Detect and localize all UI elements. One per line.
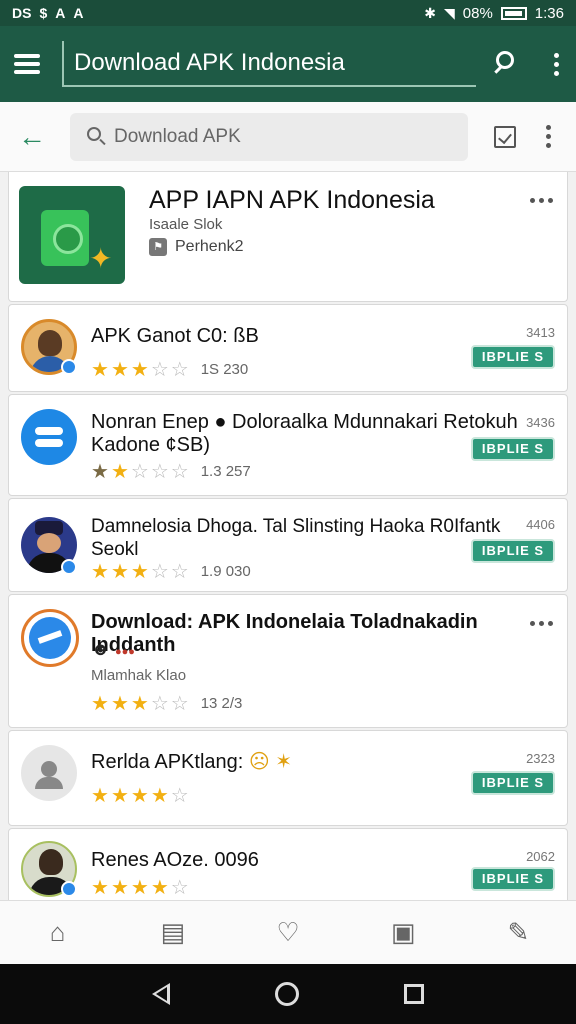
app-title: Download: APK Indonelaia Toladnakadin In… [91,611,478,656]
back-icon[interactable] [152,983,171,1005]
featured-title: APP IAPN APK Indonesia [149,186,435,214]
app-title-field[interactable]: Download APK Indonesia [62,41,476,87]
recents-icon[interactable] [403,984,424,1004]
status-bar: DS $ A A ✱ ◥ 08% 1:36 [0,0,576,26]
notification-icon: $ [39,5,48,21]
app-size: 4406 [526,517,555,532]
app-size: 2323 [526,751,555,766]
search-icon [86,126,108,148]
rating: ★ ★ ★ ☆ ☆ 1S 230 [91,359,249,381]
list-item[interactable]: Damnelosia Dhoga. Tal Slinsting Haoka R0… [8,498,568,592]
wifi-icon: ◥ [443,4,455,21]
search-box[interactable] [70,112,468,161]
rating: ★ ★ ★ ★ ☆ [91,785,189,807]
back-arrow-icon[interactable]: ← [14,121,50,153]
search-row: ← [0,102,576,172]
install-button[interactable]: IBPLIE S [471,437,555,461]
more-options-icon[interactable] [530,621,553,626]
app-title: Damnelosia Dhoga. Tal Slinsting Haoka R0… [91,516,501,560]
home-icon[interactable]: ⌂ [38,913,78,953]
battery-percent: 08% [462,4,493,22]
search-icon[interactable] [490,49,520,79]
emoji-icon: ☹ ✶ [248,751,293,773]
verified-icon [61,881,77,897]
app-icon: ✦ [19,186,125,284]
list-item[interactable]: Download: APK Indonelaia Toladnakadin In… [8,594,568,728]
notification-icon: A [55,5,66,21]
rating: ★ ★ ★ ☆ ☆ 13 2/3 [91,693,243,715]
app-title: Download APK Indonesia [74,49,345,76]
app-title-text: Rerlda APKtlang: [91,751,244,773]
rating-count: 1.9 030 [200,563,251,580]
app-title: APK Ganot C0: ßB [91,325,259,347]
heart-icon[interactable]: ♡ [268,913,308,953]
home-button-icon[interactable] [274,982,299,1006]
featured-meta: ⚑ Perhenk2 [149,238,244,256]
featured-meta-text: Perhenk2 [175,238,244,255]
more-options-icon[interactable] [542,125,554,148]
app-list: ✦ APP IAPN APK Indonesia Isaale Slok ⚑ P… [8,172,568,900]
rating-count: 1S 230 [200,361,249,378]
install-button[interactable]: IBPLIE S [471,345,555,369]
tag-icon: ⚑ [149,238,167,256]
bluetooth-icon: ✱ [424,4,436,21]
install-button[interactable]: IBPLIE S [471,771,555,795]
battery-icon [500,6,527,20]
list-item[interactable]: Rerlda APKtlang: ☹ ✶ ★ ★ ★ ★ ☆ 2323 IBPLIE S [8,730,568,826]
app-size: 2062 [526,849,555,864]
list-item[interactable]: APK Ganot C0: ßB ★ ★ ★ ☆ ☆ 1S 230 3413 IBPLI… [8,304,568,392]
status-left: DS $ A A [12,5,84,21]
app-title: Nonran Enep ● Doloraalka Mdunnakari Reto… [91,411,518,456]
app-bar: Download APK Indonesia [0,26,576,102]
avatar [21,745,77,801]
clock: 1:36 [534,4,564,22]
install-button[interactable]: IBPLIE S [471,539,555,563]
more-options-icon[interactable] [550,52,562,76]
search-input[interactable] [114,125,434,148]
edit-icon[interactable]: ✎ [498,913,538,953]
notification-icon: DS [12,5,32,21]
inbox-icon[interactable]: ▣ [383,913,423,953]
install-button[interactable]: IBPLIE S [471,867,555,891]
more-options-icon[interactable] [530,198,553,203]
bottom-nav: ⌂ ▤ ♡ ▣ ✎ [0,900,576,964]
avatar [21,409,77,465]
rating-count: 13 2/3 [200,695,243,712]
app-size: 3413 [526,325,555,340]
featured-card[interactable]: ✦ APP IAPN APK Indonesia Isaale Slok ⚑ P… [8,172,568,302]
system-nav [0,964,576,1024]
checkbox-icon[interactable] [494,125,516,148]
menu-icon[interactable] [14,54,40,74]
app-title: Renes AOze. 0096 [91,849,259,871]
verified-icon [61,359,77,375]
emoji-icon: ☻ ●●● [91,639,135,659]
rating: ★ ★ ☆ ☆ ☆ 1.3 257 [91,461,251,483]
rating: ★ ★ ★ ★ ☆ [91,877,189,899]
notification-icon: A [73,5,84,21]
status-right: ✱ ◥ 08% 1:36 [424,5,564,22]
verified-icon [61,559,77,575]
list-item[interactable]: Renes AOze. 0096 ★ ★ ★ ★ ☆ 2062 IBPLIE S [8,828,568,900]
app-title: Rerlda APKtlang: ☹ ✶ [91,751,531,774]
app-subtitle: Mlamhak Klao [91,667,187,684]
avatar [21,609,79,667]
featured-subtitle: Isaale Slok [149,216,223,233]
message-icon[interactable]: ▤ [153,913,193,953]
rating: ★ ★ ★ ☆ ☆ 1.9 030 [91,561,251,583]
app-size: 3436 [526,415,555,430]
list-item[interactable]: Nonran Enep ● Doloraalka Mdunnakari Reto… [8,394,568,496]
rating-count: 1.3 257 [200,463,251,480]
